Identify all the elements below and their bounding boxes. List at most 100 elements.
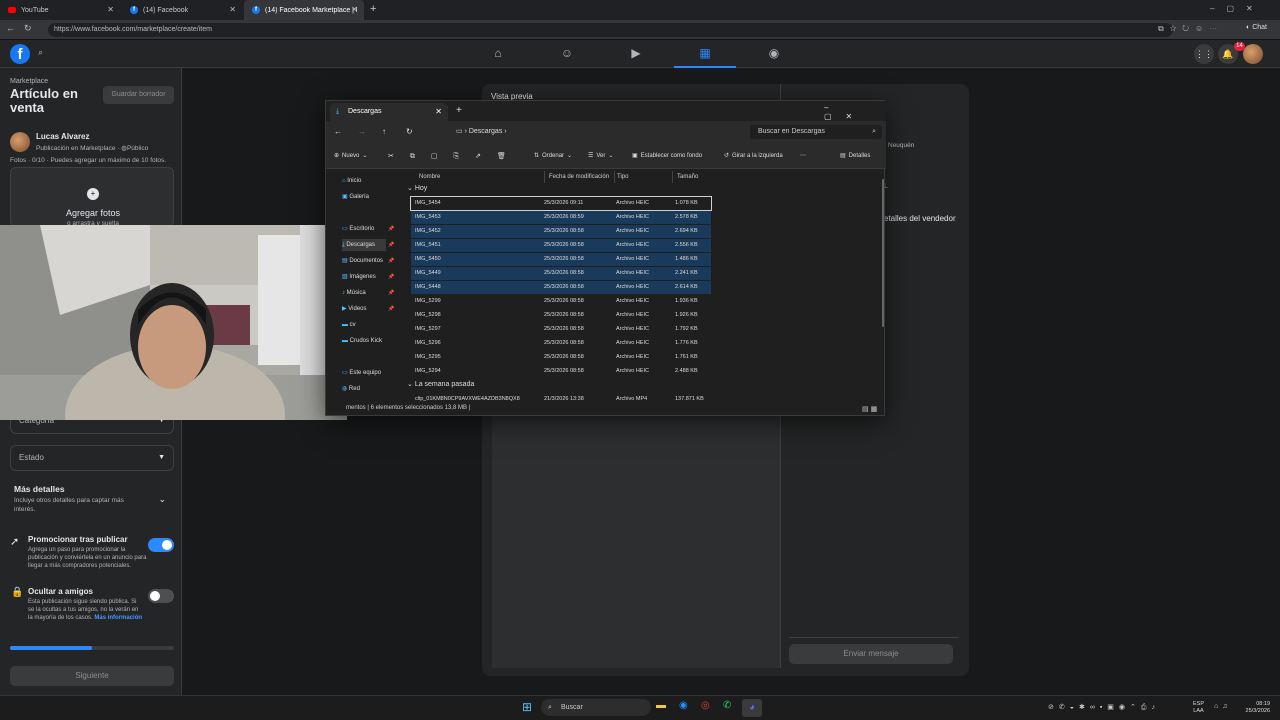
refresh-icon[interactable]: ↻ — [406, 127, 413, 136]
close-icon[interactable]: ✕ — [229, 5, 236, 14]
discord-icon[interactable]: ◕ — [742, 699, 762, 717]
file-size: 2.694 KB — [675, 228, 698, 234]
address-path[interactable]: ▭ › Descargas › — [456, 125, 744, 139]
view-mode-icons[interactable]: ▤▦ — [862, 405, 879, 413]
forward-icon[interactable]: → — [358, 127, 366, 136]
new-button[interactable]: ⊕ Nuevo ⌄ — [334, 152, 367, 160]
system-tray-icons[interactable]: ⊘✆◒✱∞▪▣◉⌃⎙♪ — [1048, 703, 1160, 712]
file-row[interactable]: IMG_5454 25/3/2026 09:11 Archivo HEIC 1.078… — [410, 196, 712, 211]
chat-button[interactable]: ◐ Chat — [1246, 24, 1267, 31]
file-row[interactable]: IMG_5451 25/3/2026 08:58 Archivo HEIC 2.556… — [411, 239, 711, 252]
close-icon[interactable]: ✕ — [107, 5, 114, 14]
sort-button[interactable]: ⇅ Ordenar ⌄ — [534, 152, 572, 160]
file-row[interactable]: IMG_5449 25/3/2026 08:58 Archivo HEIC 2.241… — [411, 267, 711, 280]
taskbar-search[interactable]: ⌕ Buscar — [541, 699, 651, 716]
file-row[interactable]: IMG_5299 25/3/2026 08:58 Archivo HEIC 1.936… — [411, 295, 711, 308]
clock[interactable]: 08:19 25/3/2026 — [1238, 701, 1270, 715]
more-options-icon[interactable]: ⋯ — [800, 152, 806, 159]
groups-icon[interactable]: ◉ — [764, 46, 784, 60]
column-size[interactable]: Tamaño — [672, 171, 698, 183]
search-icon[interactable]: ⌕ — [38, 47, 50, 59]
back-icon[interactable]: ← — [6, 23, 15, 33]
scrollbar[interactable] — [882, 179, 884, 327]
add-photos-dropzone[interactable]: + Agregar fotos o arrastra y suelta — [10, 167, 174, 227]
file-row[interactable]: IMG_5448 25/3/2026 08:58 Archivo HEIC 2.614… — [411, 281, 711, 294]
file-row[interactable]: IMG_5452 25/3/2026 08:58 Archivo HEIC 2.694… — [411, 225, 711, 238]
send-message-button[interactable]: Enviar mensaje — [789, 644, 953, 664]
file-row[interactable]: IMG_5295 25/3/2026 08:58 Archivo HEIC 1.761… — [411, 351, 711, 364]
tab-title: (14) Facebook Marketplace | Faceb — [265, 6, 357, 14]
save-draft-button[interactable]: Guardar borrador — [103, 86, 174, 104]
webcam-overlay — [0, 225, 347, 420]
home-icon[interactable]: ⌂ — [488, 46, 508, 60]
file-row[interactable]: IMG_5453 25/3/2026 08:59 Archivo HEIC 2.578… — [411, 211, 711, 224]
file-row[interactable]: IMG_5298 25/3/2026 08:58 Archivo HEIC 1.926… — [411, 309, 711, 322]
set-background-button[interactable]: ▣ Establecer como fondo — [632, 152, 702, 160]
column-type[interactable]: Tipo — [614, 171, 628, 183]
facebook-icon: f — [252, 6, 260, 14]
more-info-link[interactable]: Más información — [94, 615, 142, 621]
window-controls[interactable]: –▢✕ — [1210, 4, 1265, 13]
sort-icon: ⇅ — [534, 153, 540, 159]
hide-desc: Esta publicación sigue siendo pública. S… — [28, 598, 143, 622]
condition-placeholder: Estado — [19, 453, 44, 462]
marketplace-icon[interactable]: ▦ — [695, 46, 715, 60]
group-last-week-label: La semana pasada — [414, 381, 475, 388]
whatsapp-icon[interactable]: ✆ — [723, 700, 731, 711]
up-icon[interactable]: ↑ — [382, 127, 386, 136]
group-header-today[interactable]: ⌄ Hoy — [407, 184, 427, 192]
explorer-tab[interactable]: ⤓ Descargas ✕ — [330, 103, 448, 121]
menu-grid-icon[interactable]: ⋮⋮ — [1194, 44, 1214, 64]
rotate-left-button[interactable]: ↺ Girar a la izquierda — [724, 152, 783, 160]
browser-toolbar-icons[interactable]: ⧉☆↻☺⋯ — [1158, 24, 1223, 34]
add-photos-label: Agregar fotos — [65, 208, 121, 218]
breadcrumb[interactable]: Marketplace — [10, 78, 48, 85]
condition-select[interactable]: Estado ▼ — [10, 445, 174, 471]
url-input[interactable]: https://www.facebook.com/marketplace/cre… — [48, 23, 1173, 37]
file-name: IMG_5294 — [415, 368, 441, 374]
file-row[interactable]: IMG_5297 25/3/2026 08:58 Archivo HEIC 1.792… — [411, 323, 711, 336]
back-icon[interactable]: ← — [334, 127, 342, 136]
video-icon[interactable]: ▶ — [626, 46, 646, 60]
download-folder-icon: ⤓ — [336, 108, 340, 115]
file-name: IMG_5452 — [415, 228, 441, 234]
file-row[interactable]: IMG_5296 25/3/2026 08:58 Archivo HEIC 1.776… — [411, 337, 711, 350]
tab-youtube[interactable]: YouTube ✕ — [0, 0, 120, 20]
view-button[interactable]: ☰ Ver ⌄ — [588, 152, 613, 160]
group-header-last-week[interactable]: ⌄ La semana pasada — [407, 380, 474, 388]
hide-toggle[interactable] — [148, 589, 174, 603]
friends-icon[interactable]: ☺ — [557, 46, 577, 60]
details-button[interactable]: ▤ Detalles — [840, 152, 870, 160]
chrome-icon[interactable]: ◎ — [701, 700, 710, 711]
column-name[interactable]: Nombre — [419, 171, 440, 183]
file-row[interactable]: IMG_5294 25/3/2026 08:58 Archivo HEIC 2.488… — [411, 365, 711, 378]
window-controls[interactable]: –▢✕ — [824, 103, 884, 121]
explorer-search-input[interactable]: Buscar en Descargas ⌕ — [750, 125, 882, 139]
progress-bar — [10, 646, 174, 650]
file-type: Archivo HEIC — [616, 256, 650, 262]
avatar[interactable] — [1243, 44, 1263, 64]
close-icon[interactable]: ✕ — [435, 103, 442, 121]
close-icon[interactable]: ✕ — [351, 5, 358, 14]
file-list: IMG_5454 25/3/2026 09:11 Archivo HEIC 1.078… — [326, 196, 886, 397]
facebook-logo-icon[interactable]: f — [10, 44, 30, 64]
tab-marketplace[interactable]: f (14) Facebook Marketplace | Faceb ✕ — [244, 0, 364, 20]
column-date[interactable]: Fecha de modificación — [544, 171, 609, 183]
more-details-section[interactable]: Más detalles Incluye otros detalles para… — [14, 484, 174, 516]
promote-toggle[interactable] — [148, 538, 174, 552]
new-tab-icon[interactable]: + — [456, 105, 462, 116]
network-volume-icons[interactable]: ⌂♫ — [1214, 703, 1231, 710]
windows-start-icon[interactable]: ⊞ — [522, 700, 532, 714]
next-button[interactable]: Siguiente — [10, 666, 174, 686]
search-placeholder: Buscar en Descargas — [758, 128, 825, 135]
language-indicator[interactable]: ESP LAA — [1193, 701, 1204, 715]
edit-actions-icons[interactable]: ✂⧉▢⎘⇗🗑 — [388, 152, 522, 161]
nav-item[interactable]: ⌂ Inicio — [342, 175, 386, 187]
file-row[interactable]: IMG_5450 25/3/2026 08:58 Archivo HEIC 1.486… — [411, 253, 711, 266]
reload-icon[interactable]: ↻ — [24, 23, 32, 34]
photos-info: Fotos · 0/10 · Puedes agregar un máximo … — [10, 157, 167, 164]
tab-facebook[interactable]: f (14) Facebook ✕ — [122, 0, 242, 20]
edge-icon[interactable]: ◉ — [679, 700, 688, 711]
new-tab-icon[interactable]: + — [370, 3, 376, 15]
file-explorer-taskbar-icon[interactable]: ▬ — [656, 700, 666, 711]
